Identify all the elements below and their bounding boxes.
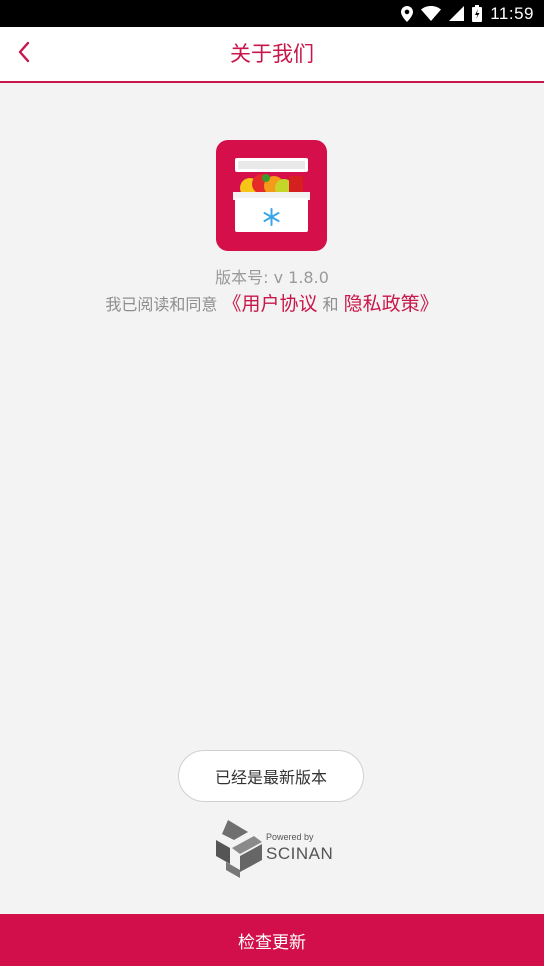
user-agreement-link[interactable]: 《用户协议 (222, 293, 317, 315)
status-bar: 11:59 (0, 0, 544, 27)
signal-icon (449, 6, 465, 21)
agreement-prefix: 我已阅读和同意 (105, 295, 223, 314)
battery-icon (472, 5, 483, 22)
status-time: 11:59 (490, 3, 534, 23)
agreement-text: 我已阅读和同意 《用户协议 和 隐私政策》 (0, 289, 544, 316)
privacy-policy-link[interactable]: 隐私政策》 (344, 293, 439, 315)
fridge-box-icon (233, 158, 310, 232)
version-text: 版本号: v 1.8.0 (215, 268, 329, 287)
powered-by-logo: Powered by SCINAN (214, 818, 334, 880)
location-icon (401, 5, 414, 22)
status-icons: 11:59 (401, 0, 534, 27)
agreement-and: 和 (317, 295, 344, 314)
back-button[interactable] (6, 36, 42, 72)
chevron-left-icon (17, 41, 31, 67)
scinan-logo-icon (216, 820, 262, 878)
app-bar: 关于我们 (0, 27, 544, 83)
powered-by-text: Powered by (266, 832, 314, 842)
app-logo (216, 140, 327, 251)
wifi-icon (421, 6, 442, 21)
page-title: 关于我们 (230, 42, 314, 66)
brand-name: SCINAN (266, 844, 334, 863)
latest-version-button[interactable]: 已经是最新版本 (178, 750, 364, 802)
check-update-button[interactable]: 检查更新 (0, 914, 544, 966)
